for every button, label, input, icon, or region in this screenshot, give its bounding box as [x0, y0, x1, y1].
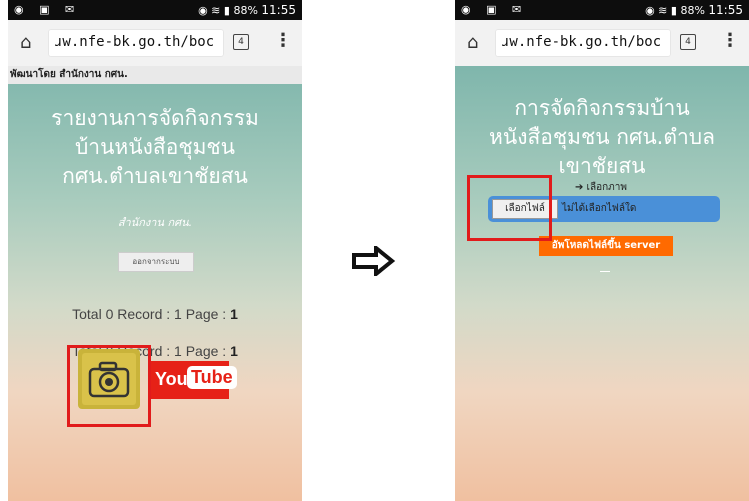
signal-icons: ◉ ≋ ▮ — [645, 4, 677, 17]
url-text: ɹw.nfe-bk.go.th/boc — [501, 34, 662, 50]
developer-banner: พัฒนาโดย สำนักงาน กศน. — [8, 66, 302, 84]
left-phone-screen: ◉ ▣ ✉ ◉ ≋ ▮ 88% 11:55 ⌂ ɹw.nfe-bk.go.th/… — [8, 0, 302, 501]
page-content: การจัดกิจกรรมบ้าน หนังสือชุมชน กศน.ตำบล … — [455, 66, 749, 501]
page-title-line-1: การจัดกิจกรรมบ้าน — [514, 96, 690, 120]
total-record-line-1: Total 0 Record : 1 Page : 1 — [8, 306, 302, 322]
home-icon[interactable]: ⌂ — [20, 32, 31, 53]
browser-url-bar: ⌂ ɹw.nfe-bk.go.th/boc 4 ⋮ — [8, 20, 302, 67]
notification-icons: ◉ ▣ ✉ — [461, 3, 528, 16]
total-text: Total 0 Record : 1 Page : — [72, 306, 231, 322]
divider — [600, 271, 610, 272]
page-title-line-3: กศน.ตำบลเขาชัยสน — [62, 164, 248, 188]
status-time: 11:55 — [708, 3, 743, 17]
camera-highlight-box — [67, 345, 151, 427]
menu-icon[interactable]: ⋮ — [721, 30, 739, 51]
page-title-line-2: หนังสือชุมชน กศน.ตำบล — [489, 125, 715, 149]
arrow-right-icon — [352, 246, 396, 276]
battery-text: 88% — [233, 4, 258, 17]
page-content: พัฒนาโดย สำนักงาน กศน. รายงานการจัดกิจกร… — [8, 66, 302, 501]
youtube-button[interactable]: You Tube — [149, 361, 237, 399]
notification-icons: ◉ ▣ ✉ — [14, 3, 81, 16]
signal-icons: ◉ ≋ ▮ — [198, 4, 230, 17]
address-field[interactable]: ɹw.nfe-bk.go.th/boc — [495, 29, 671, 57]
page-title-line-2: บ้านหนังสือชุมชน — [74, 135, 236, 159]
tabs-count-button[interactable]: 4 — [233, 34, 249, 50]
upload-to-server-button[interactable]: อัพโหลดไฟล์ขึ้น server — [539, 236, 673, 256]
status-bar: ◉ ▣ ✉ ◉ ≋ ▮ 88% 11:55 — [455, 0, 749, 20]
tabs-count-button[interactable]: 4 — [680, 34, 696, 50]
battery-text: 88% — [680, 4, 705, 17]
address-field[interactable]: ɹw.nfe-bk.go.th/boc — [48, 29, 224, 57]
youtube-you-text: You — [155, 369, 188, 389]
menu-icon[interactable]: ⋮ — [274, 30, 292, 51]
page-number: 1 — [230, 343, 238, 359]
choose-image-label: ➔ เลือกภาพ — [575, 182, 627, 193]
status-time: 11:55 — [261, 3, 296, 17]
logout-button[interactable]: ออกจากระบบ — [118, 252, 194, 272]
status-bar: ◉ ▣ ✉ ◉ ≋ ▮ 88% 11:55 — [8, 0, 302, 20]
url-text: ɹw.nfe-bk.go.th/boc — [54, 34, 215, 50]
browser-url-bar: ⌂ ɹw.nfe-bk.go.th/boc 4 ⋮ — [455, 20, 749, 67]
right-phone-screen: ◉ ▣ ✉ ◉ ≋ ▮ 88% 11:55 ⌂ ɹw.nfe-bk.go.th/… — [455, 0, 749, 501]
home-icon[interactable]: ⌂ — [467, 32, 478, 53]
agency-name: สำนักงาน กศน. — [117, 216, 193, 229]
no-file-selected-text: ไม่ได้เลือกไฟล์ใด — [562, 203, 637, 214]
youtube-tube-text: Tube — [187, 366, 237, 389]
total-record-line-2: Total 0 Record : 1 Page : 1 — [8, 343, 302, 359]
page-number: 1 — [230, 306, 238, 322]
page-title-line-1: รายงานการจัดกิจกรรม — [51, 106, 259, 130]
choose-file-highlight-box — [467, 175, 552, 241]
